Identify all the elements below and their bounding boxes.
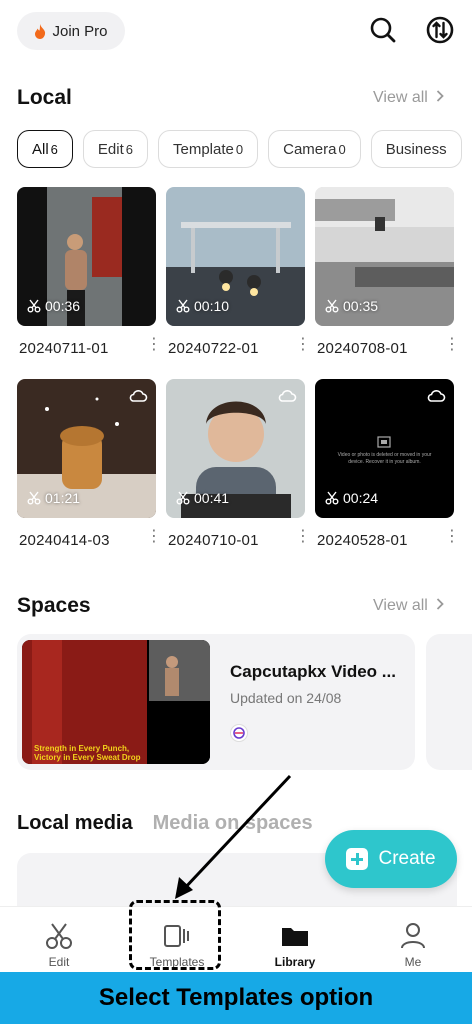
templates-highlight-box xyxy=(129,900,221,970)
tutorial-arrow xyxy=(175,774,292,899)
instruction-caption: Select Templates option xyxy=(0,972,472,1024)
